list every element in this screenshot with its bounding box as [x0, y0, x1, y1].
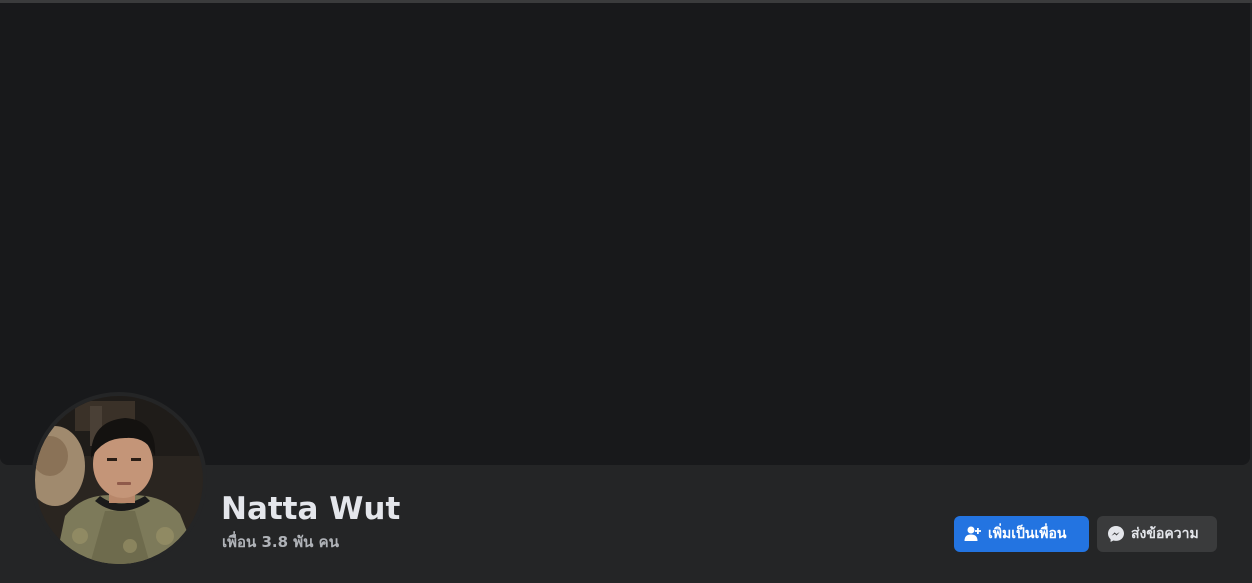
send-message-button[interactable]: ส่งข้อความ	[1097, 516, 1217, 552]
add-friend-label: เพิ่มเป็นเพื่อน	[988, 526, 1067, 542]
friends-count[interactable]: เพื่อน 3.8 พัน คน	[222, 531, 339, 553]
profile-picture[interactable]	[35, 396, 203, 564]
messenger-icon	[1107, 525, 1125, 543]
add-friend-icon	[964, 525, 982, 543]
cover-photo[interactable]	[0, 3, 1250, 465]
profile-name: Natta Wut	[221, 491, 401, 527]
profile-picture-image	[35, 396, 203, 564]
profile-picture-frame[interactable]	[31, 392, 207, 568]
profile-page: Natta Wut เพื่อน 3.8 พัน คน เพิ่มเป็นเพื…	[0, 0, 1252, 583]
add-friend-button[interactable]: เพิ่มเป็นเพื่อน	[954, 516, 1089, 552]
send-message-label: ส่งข้อความ	[1131, 526, 1199, 542]
